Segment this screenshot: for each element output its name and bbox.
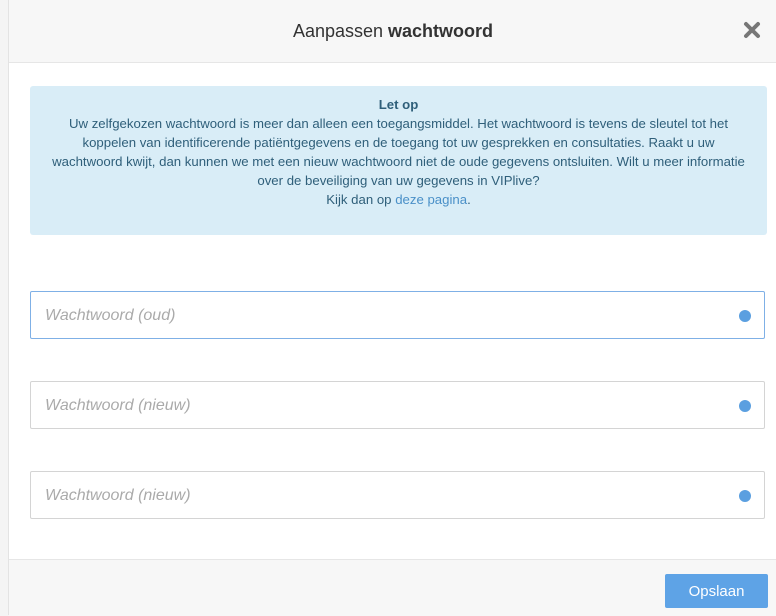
change-password-modal: Aanpassen wachtwoord Let op Uw zelfgekoz… (8, 0, 776, 616)
modal-title-prefix: Aanpassen (292, 20, 384, 41)
info-page-link[interactable]: deze pagina (395, 192, 467, 207)
field-status-dot (739, 310, 751, 322)
close-icon[interactable] (741, 19, 763, 41)
alert-link-suffix: . (467, 192, 471, 207)
new-password-input[interactable] (43, 382, 727, 430)
field-status-dot (739, 490, 751, 502)
confirm-password-input[interactable] (43, 472, 727, 520)
info-alert: Let op Uw zelfgekozen wachtwoord is meer… (30, 86, 767, 235)
modal-title: Aanpassen wachtwoord (293, 21, 493, 42)
modal-title-bold: wachtwoord (388, 20, 494, 41)
alert-link-prefix: Kijk dan op (326, 192, 396, 207)
new-password-field[interactable] (30, 381, 765, 430)
alert-body: Uw zelfgekozen wachtwoord is meer dan al… (52, 116, 745, 188)
confirm-password-field[interactable] (30, 471, 765, 520)
modal-footer: Opslaan (9, 559, 776, 616)
field-status-dot (739, 400, 751, 412)
save-button[interactable]: Opslaan (665, 574, 768, 608)
old-password-field[interactable] (30, 291, 765, 340)
old-password-input[interactable] (43, 292, 727, 340)
modal-header: Aanpassen wachtwoord (9, 0, 776, 63)
alert-title: Let op (378, 97, 419, 112)
